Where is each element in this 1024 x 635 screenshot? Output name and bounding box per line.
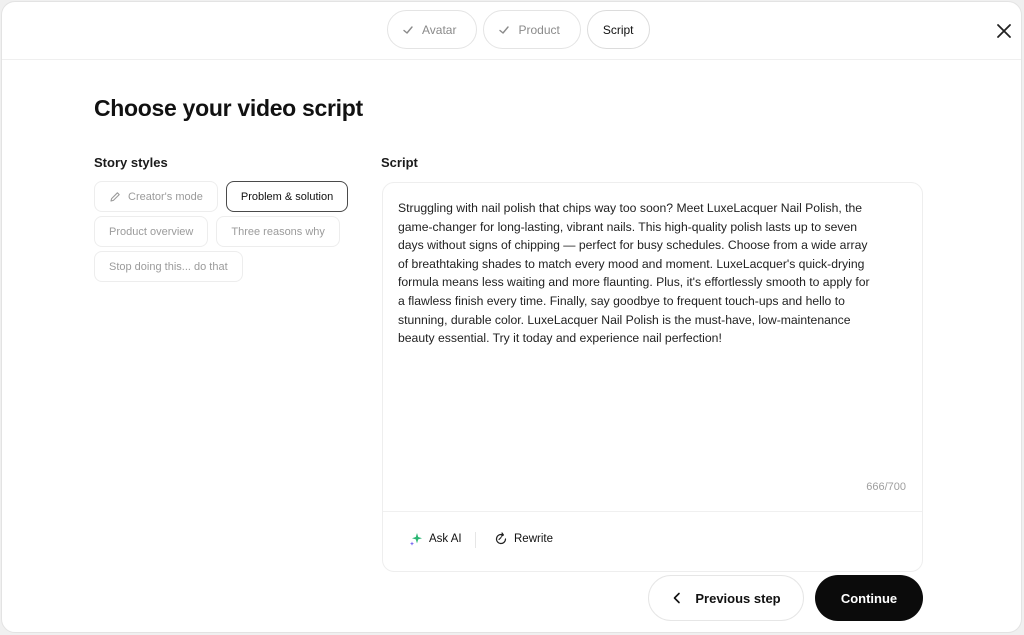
- pencil-icon: [110, 191, 120, 202]
- rewrite-icon: [495, 532, 507, 545]
- style-option-label: Stop doing this... do that: [109, 260, 228, 273]
- page-title: Choose your video script: [94, 95, 363, 121]
- script-toolbar: Ask AI Rewrite: [383, 511, 922, 571]
- previous-step-label: Previous step: [695, 590, 781, 606]
- step-label: Script: [602, 22, 634, 37]
- ask-ai-button[interactable]: Ask AI: [409, 532, 462, 546]
- check-icon: [403, 25, 413, 34]
- style-option-problem-solution[interactable]: Problem & solution: [225, 181, 349, 212]
- style-option-three-reasons[interactable]: Three reasons why: [216, 216, 340, 247]
- script-label: Script: [381, 155, 418, 170]
- style-option-label: Creator's mode: [128, 190, 203, 203]
- step-script[interactable]: Script: [586, 10, 650, 49]
- story-styles-label: Story styles: [94, 155, 168, 170]
- style-option-label: Problem & solution: [240, 190, 334, 203]
- step-label: Avatar: [422, 22, 457, 37]
- story-styles-list: Creator's mode Problem & solution Produc…: [94, 181, 356, 286]
- continue-button[interactable]: Continue: [815, 575, 923, 621]
- sparkle-icon: [410, 533, 422, 546]
- previous-step-button[interactable]: Previous step: [648, 575, 804, 621]
- step-product[interactable]: Product: [483, 10, 581, 49]
- rewrite-label: Rewrite: [514, 533, 553, 545]
- toolbar-divider: [475, 532, 476, 548]
- stepper: Avatar Product Script: [387, 10, 650, 49]
- script-textarea[interactable]: Struggling with nail polish that chips w…: [398, 199, 878, 348]
- chevron-left-icon: [674, 592, 681, 604]
- step-label: Product: [518, 22, 560, 37]
- style-option-product-overview[interactable]: Product overview: [94, 216, 209, 247]
- char-count: 666/700: [866, 481, 906, 493]
- check-icon: [499, 25, 510, 34]
- script-modal: Avatar Product Script Choose your video …: [1, 1, 1022, 633]
- step-avatar[interactable]: Avatar: [387, 10, 478, 49]
- script-editor[interactable]: Struggling with nail polish that chips w…: [382, 182, 923, 572]
- style-option-stop-doing[interactable]: Stop doing this... do that: [94, 251, 243, 282]
- stepper-bar: Avatar Product Script: [2, 2, 1021, 60]
- style-option-creators-mode[interactable]: Creator's mode: [94, 181, 218, 212]
- rewrite-button[interactable]: Rewrite: [494, 532, 553, 546]
- ask-ai-label: Ask AI: [429, 533, 462, 545]
- style-option-label: Three reasons why: [231, 225, 325, 238]
- style-option-label: Product overview: [109, 225, 194, 238]
- close-icon[interactable]: [993, 20, 1015, 42]
